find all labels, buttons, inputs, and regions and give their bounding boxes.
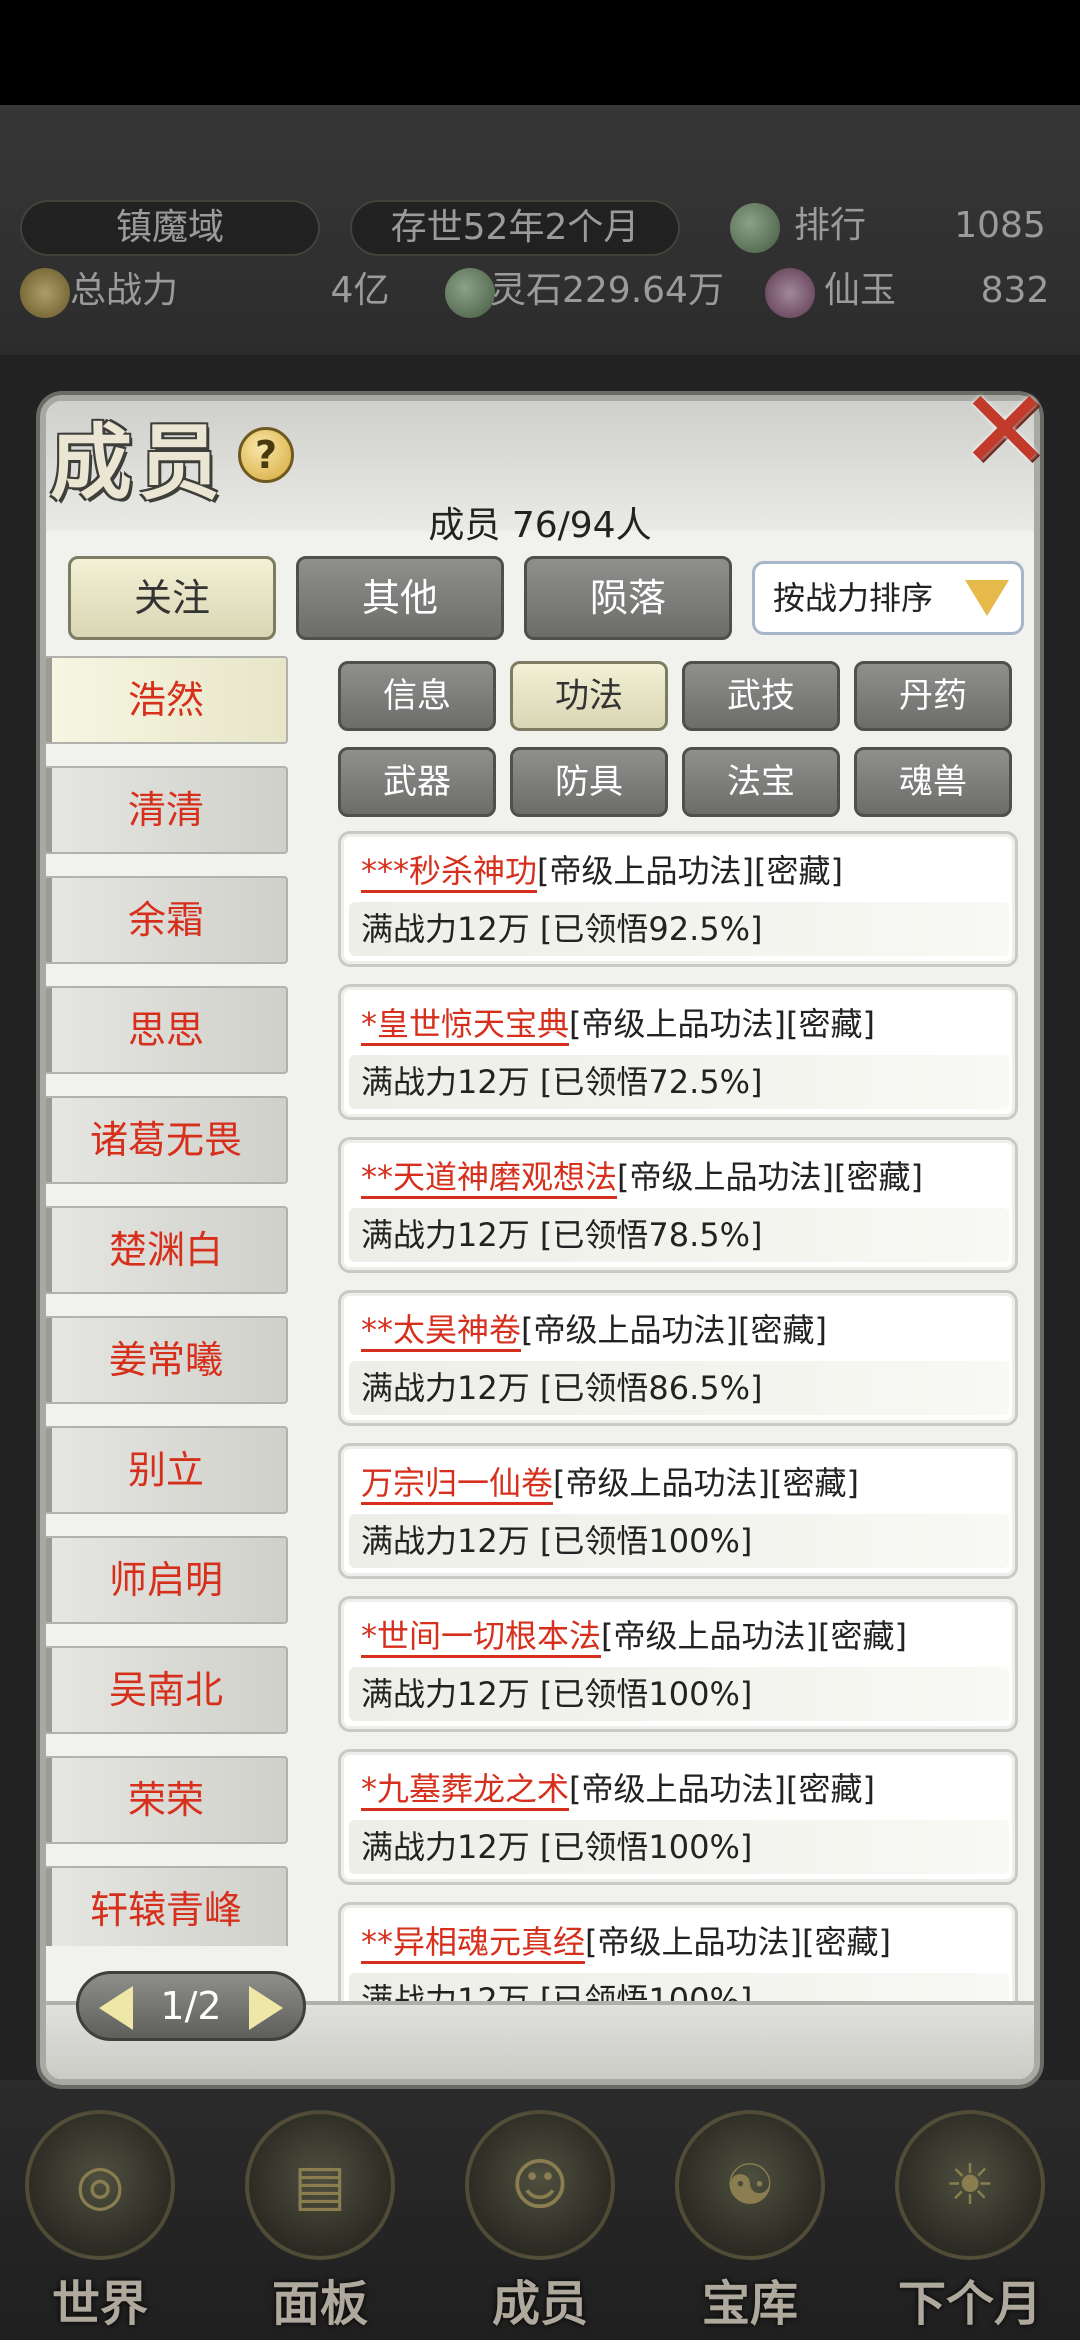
skill-detail: 满战力12万 [已领悟100%] — [349, 1514, 1009, 1568]
tab-following[interactable]: 关注 — [68, 556, 276, 640]
skill-card[interactable]: **天道神磨观想法[帝级上品功法][密藏] 满战力12万 [已领悟78.5%] — [338, 1137, 1018, 1273]
subtab-beasts[interactable]: 魂兽 — [854, 747, 1012, 817]
member-item[interactable]: 清清 — [46, 766, 288, 854]
skill-card[interactable]: **太昊神卷[帝级上品功法][密藏] 满战力12万 [已领悟86.5%] — [338, 1290, 1018, 1426]
skill-name[interactable]: **异相魂元真经 — [361, 1923, 586, 1964]
subtab-martial-arts[interactable]: 武技 — [682, 661, 840, 731]
member-item[interactable]: 师启明 — [46, 1536, 288, 1624]
skill-detail: 满战力12万 [已领悟86.5%] — [349, 1361, 1009, 1415]
skill-name[interactable]: **天道神磨观想法 — [361, 1158, 618, 1199]
skill-detail: 满战力12万 [已领悟92.5%] — [349, 902, 1009, 956]
skill-card[interactable]: *世间一切根本法[帝级上品功法][密藏] 满战力12万 [已领悟100%] — [338, 1596, 1018, 1732]
skill-tags: [帝级上品功法][密藏] — [521, 1311, 827, 1349]
skill-name[interactable]: **太昊神卷 — [361, 1311, 522, 1352]
subtab-weapons[interactable]: 武器 — [338, 747, 496, 817]
skill-card[interactable]: *皇世惊天宝典[帝级上品功法][密藏] 满战力12万 [已领悟72.5%] — [338, 984, 1018, 1120]
member-item[interactable]: 姜常曦 — [46, 1316, 288, 1404]
subtab-pills[interactable]: 丹药 — [854, 661, 1012, 731]
help-button[interactable]: ? — [238, 427, 295, 483]
tab-fallen[interactable]: 陨落 — [524, 556, 732, 640]
skill-name[interactable]: ***秒杀神功 — [361, 852, 538, 893]
member-item[interactable]: 楚渊白 — [46, 1206, 288, 1294]
panel-title: 成员 — [50, 414, 227, 511]
member-item[interactable]: 荣荣 — [46, 1756, 288, 1844]
subtab-skills[interactable]: 功法 — [510, 661, 668, 731]
subtab-treasures[interactable]: 法宝 — [682, 747, 840, 817]
skill-name[interactable]: *世间一切根本法 — [361, 1617, 602, 1658]
member-item[interactable]: 轩辕青峰 — [46, 1866, 288, 1946]
skill-detail: 满战力12万 [已领悟100%] — [349, 1667, 1009, 1721]
skill-tags: [帝级上品功法][密藏] — [585, 1923, 891, 1961]
skill-detail: 满战力12万 [已领悟100%] — [349, 1820, 1009, 1874]
prev-page-icon[interactable] — [99, 1986, 133, 2030]
skill-tags: [帝级上品功法][密藏] — [569, 1005, 875, 1043]
status-bar — [0, 0, 1080, 105]
skill-card[interactable]: ***秒杀神功[帝级上品功法][密藏] 满战力12万 [已领悟92.5%] — [338, 831, 1018, 967]
subtab-info[interactable]: 信息 — [338, 661, 496, 731]
skill-name[interactable]: *九墓葬龙之术 — [361, 1770, 570, 1811]
page-indicator: 1/2 — [160, 1984, 222, 2028]
skill-detail: 满战力12万 [已领悟78.5%] — [349, 1208, 1009, 1262]
skill-tags: [帝级上品功法][密藏] — [553, 1464, 859, 1502]
sort-label: 按战力排序 — [773, 579, 934, 617]
tab-others[interactable]: 其他 — [296, 556, 504, 640]
member-item[interactable]: 别立 — [46, 1426, 288, 1514]
panel-title-group: 成员 ? — [10, 400, 295, 511]
skill-list[interactable]: ***秒杀神功[帝级上品功法][密藏] 满战力12万 [已领悟92.5%] *皇… — [338, 831, 1028, 2021]
skill-name[interactable]: *皇世惊天宝典 — [361, 1005, 570, 1046]
next-page-icon[interactable] — [249, 1986, 283, 2030]
member-item[interactable]: 余霜 — [46, 876, 288, 964]
skill-tags: [帝级上品功法][密藏] — [617, 1158, 923, 1196]
skill-card[interactable]: *九墓葬龙之术[帝级上品功法][密藏] 满战力12万 [已领悟100%] — [338, 1749, 1018, 1885]
member-item[interactable]: 浩然 — [46, 656, 288, 744]
subtab-armor[interactable]: 防具 — [510, 747, 668, 817]
sort-dropdown[interactable]: 按战力排序 — [752, 561, 1024, 635]
skill-name[interactable]: 万宗归一仙卷 — [361, 1464, 554, 1505]
skill-detail: 满战力12万 [已领悟72.5%] — [349, 1055, 1009, 1109]
skill-tags: [帝级上品功法][密藏] — [569, 1770, 875, 1808]
member-item[interactable]: 吴南北 — [46, 1646, 288, 1734]
skill-card[interactable]: 万宗归一仙卷[帝级上品功法][密藏] 满战力12万 [已领悟100%] — [338, 1443, 1018, 1579]
members-panel: 成员 76/94人 关注 其他 陨落 按战力排序 浩然 清清 余霜 思思 诸葛无… — [40, 395, 1040, 2085]
skill-tags: [帝级上品功法][密藏] — [601, 1617, 907, 1655]
dropdown-arrow-icon — [965, 580, 1009, 616]
skill-tags: [帝级上品功法][密藏] — [537, 852, 843, 890]
member-item[interactable]: 诸葛无畏 — [46, 1096, 288, 1184]
close-button[interactable]: ✕ — [955, 375, 1055, 485]
member-pager: 1/2 — [76, 1971, 306, 2041]
member-item[interactable]: 思思 — [46, 986, 288, 1074]
member-list[interactable]: 浩然 清清 余霜 思思 诸葛无畏 楚渊白 姜常曦 别立 师启明 吴南北 荣荣 轩… — [46, 656, 314, 1946]
